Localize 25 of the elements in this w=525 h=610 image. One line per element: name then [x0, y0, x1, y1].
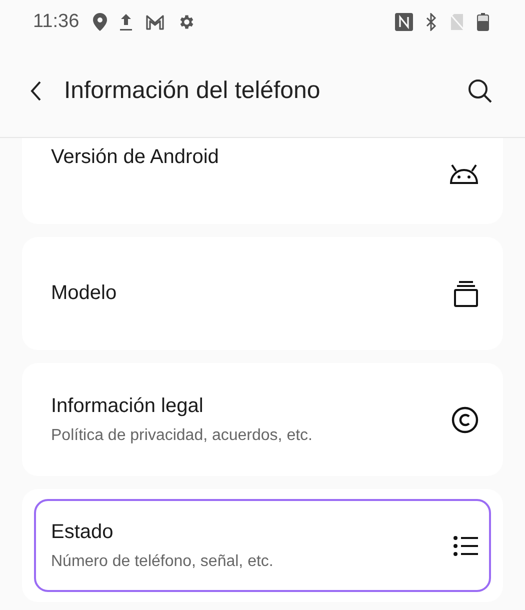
item-subtitle: Política de privacidad, acuerdos, etc. — [51, 426, 314, 444]
mail-icon — [145, 14, 166, 30]
status-time: 11:36 — [33, 11, 80, 33]
item-title: Información legal — [51, 394, 204, 418]
settings-card[interactable]: Modelo — [22, 237, 503, 350]
item-title: Modelo — [51, 282, 118, 305]
item-subtitle: Número de teléfono, señal, etc. — [51, 552, 274, 570]
page-title: Información del teléfono — [64, 76, 320, 104]
item-title: Versión de Android — [51, 146, 220, 169]
no-sim-icon — [449, 13, 465, 31]
bluetooth-icon — [425, 13, 437, 31]
search-icon[interactable] — [467, 78, 493, 104]
item-title: Estado — [51, 520, 114, 544]
android-icon — [449, 164, 479, 184]
list-icon — [453, 534, 479, 556]
upload-icon — [119, 13, 134, 31]
battery-icon — [477, 13, 489, 31]
settings-card[interactable]: Información legal Política de privacidad, acuerdos, etc. — [22, 363, 503, 476]
settings-card[interactable]: Versión de Android — [22, 138, 503, 224]
back-icon[interactable] — [30, 80, 42, 100]
copyright-icon — [451, 406, 479, 434]
nfc-icon — [395, 13, 413, 31]
stacked-cards-icon — [453, 280, 479, 308]
location-pin-icon — [93, 13, 108, 31]
settings-card[interactable]: Estado Número de teléfono, señal, etc. — [22, 489, 503, 602]
